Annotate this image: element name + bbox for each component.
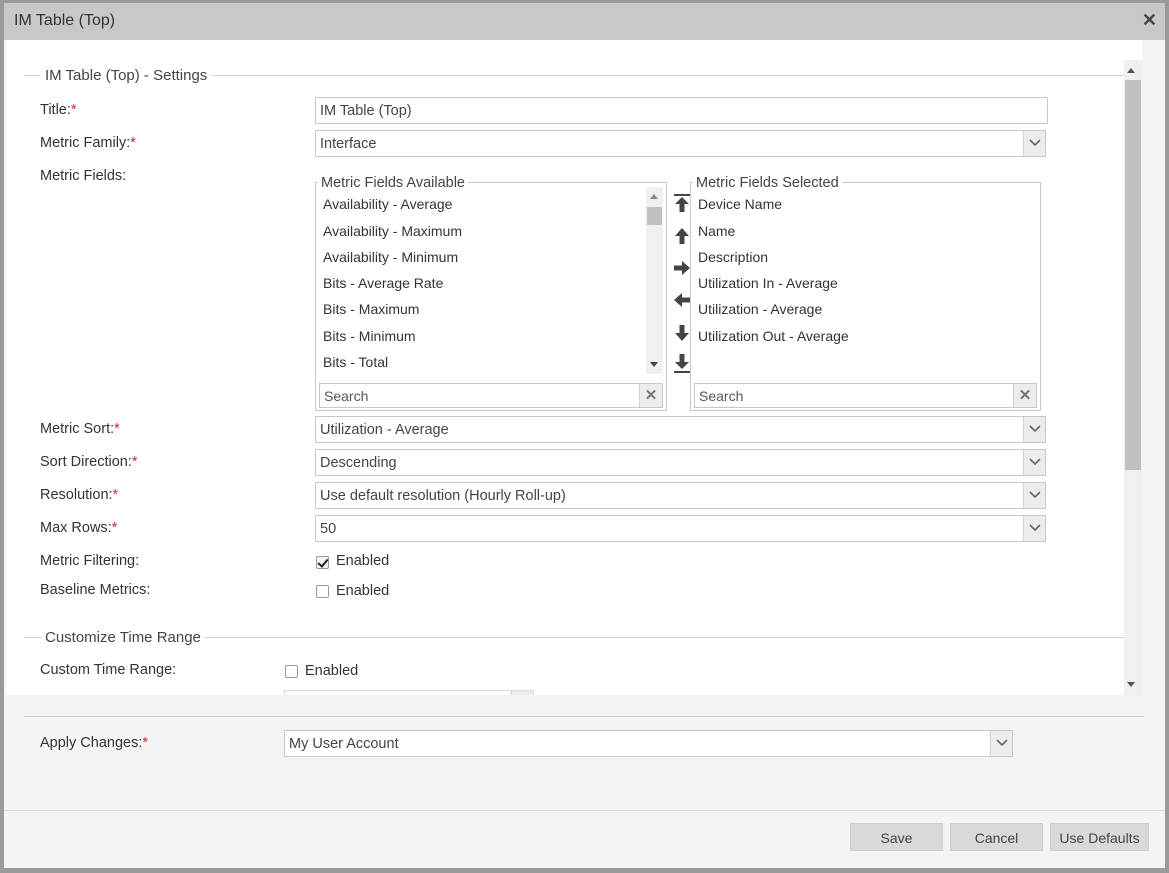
- available-search-input[interactable]: [320, 384, 638, 407]
- list-item[interactable]: Availability - Maximum: [323, 223, 462, 239]
- settings-scrollbar[interactable]: [1124, 60, 1142, 696]
- divider: [24, 716, 1144, 717]
- settings-legend: IM Table (Top) - Settings: [41, 67, 212, 84]
- chevron-down-icon[interactable]: [1023, 417, 1045, 442]
- selected-fields-box: Metric Fields Selected Device Name Name …: [690, 175, 1041, 411]
- list-item[interactable]: Bits - Total: [323, 354, 388, 370]
- list-item[interactable]: Bits - Minimum: [323, 328, 416, 344]
- metric-family-label: Metric Family:*: [40, 135, 136, 151]
- available-fields-box: Metric Fields Available Availability - A…: [315, 175, 667, 411]
- list-item[interactable]: Utilization In - Average: [698, 275, 838, 291]
- selected-search-box: ✕: [694, 383, 1037, 408]
- chevron-down-icon[interactable]: [1023, 131, 1045, 156]
- title-label: Title:*: [40, 102, 77, 118]
- metric-filtering-text: Enabled: [336, 553, 390, 569]
- cancel-button[interactable]: Cancel: [950, 823, 1043, 851]
- move-to-bottom-icon[interactable]: [673, 353, 691, 373]
- resolution-label: Resolution:*: [40, 487, 119, 503]
- max-rows-value: 50: [320, 521, 337, 537]
- list-item[interactable]: Description: [698, 249, 768, 265]
- save-button[interactable]: Save: [850, 823, 943, 851]
- list-item[interactable]: Bits - Maximum: [323, 301, 419, 317]
- settings-scroll-pane[interactable]: IM Table (Top) - Settings Title:* IM Tab…: [6, 40, 1142, 695]
- baseline-metrics-text: Enabled: [336, 583, 390, 599]
- title-input[interactable]: IM Table (Top): [315, 97, 1048, 124]
- scroll-thumb[interactable]: [647, 207, 662, 225]
- metric-family-select[interactable]: Interface: [315, 130, 1046, 157]
- move-left-icon[interactable]: [673, 290, 691, 310]
- list-item[interactable]: Availability - Average: [323, 196, 452, 212]
- sort-direction-label: Sort Direction:*: [40, 454, 138, 470]
- apply-changes-select[interactable]: My User Account: [284, 730, 1013, 757]
- apply-changes-value: My User Account: [289, 736, 399, 752]
- scroll-up-icon[interactable]: [650, 194, 658, 199]
- metric-filtering-checkbox[interactable]: [316, 556, 329, 569]
- list-item[interactable]: Availability - Minimum: [323, 249, 458, 265]
- scroll-down-icon[interactable]: [650, 362, 658, 367]
- metric-fields-label: Metric Fields:: [40, 168, 127, 184]
- resolution-value: Use default resolution (Hourly Roll-up): [320, 488, 566, 504]
- selected-search-input[interactable]: [695, 384, 1012, 407]
- chevron-down-icon[interactable]: [511, 691, 533, 695]
- chevron-down-icon[interactable]: [1023, 483, 1045, 508]
- close-icon[interactable]: ✕: [1142, 10, 1157, 30]
- max-rows-label: Max Rows:*: [40, 520, 118, 536]
- chevron-down-icon[interactable]: [1023, 450, 1045, 475]
- available-fields-title: Metric Fields Available: [318, 175, 468, 191]
- move-to-top-icon[interactable]: [673, 194, 691, 214]
- custom-time-range-checkbox[interactable]: [285, 665, 298, 678]
- selected-fields-title: Metric Fields Selected: [693, 175, 842, 191]
- metric-family-value: Interface: [320, 136, 377, 152]
- baseline-metrics-label: Baseline Metrics:: [40, 582, 151, 598]
- use-defaults-button[interactable]: Use Defaults: [1050, 823, 1149, 851]
- list-item[interactable]: Bits - Average Rate: [323, 275, 443, 291]
- dialog-title: IM Table (Top): [14, 12, 116, 29]
- metric-sort-select[interactable]: Utilization - Average: [315, 416, 1046, 443]
- move-up-icon[interactable]: [673, 226, 691, 246]
- list-item[interactable]: Utilization - Average: [698, 301, 822, 317]
- metric-sort-value: Utilization - Average: [320, 422, 449, 438]
- time-range-legend: Customize Time Range: [41, 629, 205, 646]
- move-down-icon[interactable]: [673, 323, 691, 343]
- sort-direction-value: Descending: [320, 455, 397, 471]
- baseline-metrics-checkbox[interactable]: [316, 585, 329, 598]
- dialog-titlebar: IM Table (Top) ✕: [4, 3, 1165, 40]
- sort-direction-select[interactable]: Descending: [315, 449, 1046, 476]
- scroll-down-icon[interactable]: [1127, 682, 1135, 687]
- list-item[interactable]: Name: [698, 223, 735, 239]
- scroll-up-icon[interactable]: [1127, 68, 1135, 73]
- available-list-scrollbar[interactable]: [646, 187, 663, 374]
- metric-sort-label: Metric Sort:*: [40, 421, 120, 437]
- custom-time-range-text: Enabled: [305, 663, 359, 679]
- chevron-down-icon[interactable]: [1023, 516, 1045, 541]
- list-item[interactable]: Utilization Out - Average: [698, 328, 849, 344]
- time-range-select-clipped[interactable]: [284, 690, 534, 695]
- max-rows-select[interactable]: 50: [315, 515, 1046, 542]
- move-right-icon[interactable]: [673, 258, 691, 278]
- clear-icon[interactable]: ✕: [639, 384, 662, 407]
- metric-filtering-label: Metric Filtering:: [40, 553, 140, 569]
- chevron-down-icon[interactable]: [990, 731, 1012, 756]
- list-item[interactable]: Device Name: [698, 196, 782, 212]
- available-search-box: ✕: [319, 383, 663, 408]
- dialog: IM Table (Top) ✕ IM Table (Top) - Settin…: [4, 3, 1165, 868]
- custom-time-range-label: Custom Time Range:: [40, 662, 177, 678]
- scroll-thumb[interactable]: [1125, 80, 1141, 470]
- resolution-select[interactable]: Use default resolution (Hourly Roll-up): [315, 482, 1046, 509]
- apply-changes-label: Apply Changes:*: [40, 735, 149, 751]
- clear-icon[interactable]: ✕: [1013, 384, 1036, 407]
